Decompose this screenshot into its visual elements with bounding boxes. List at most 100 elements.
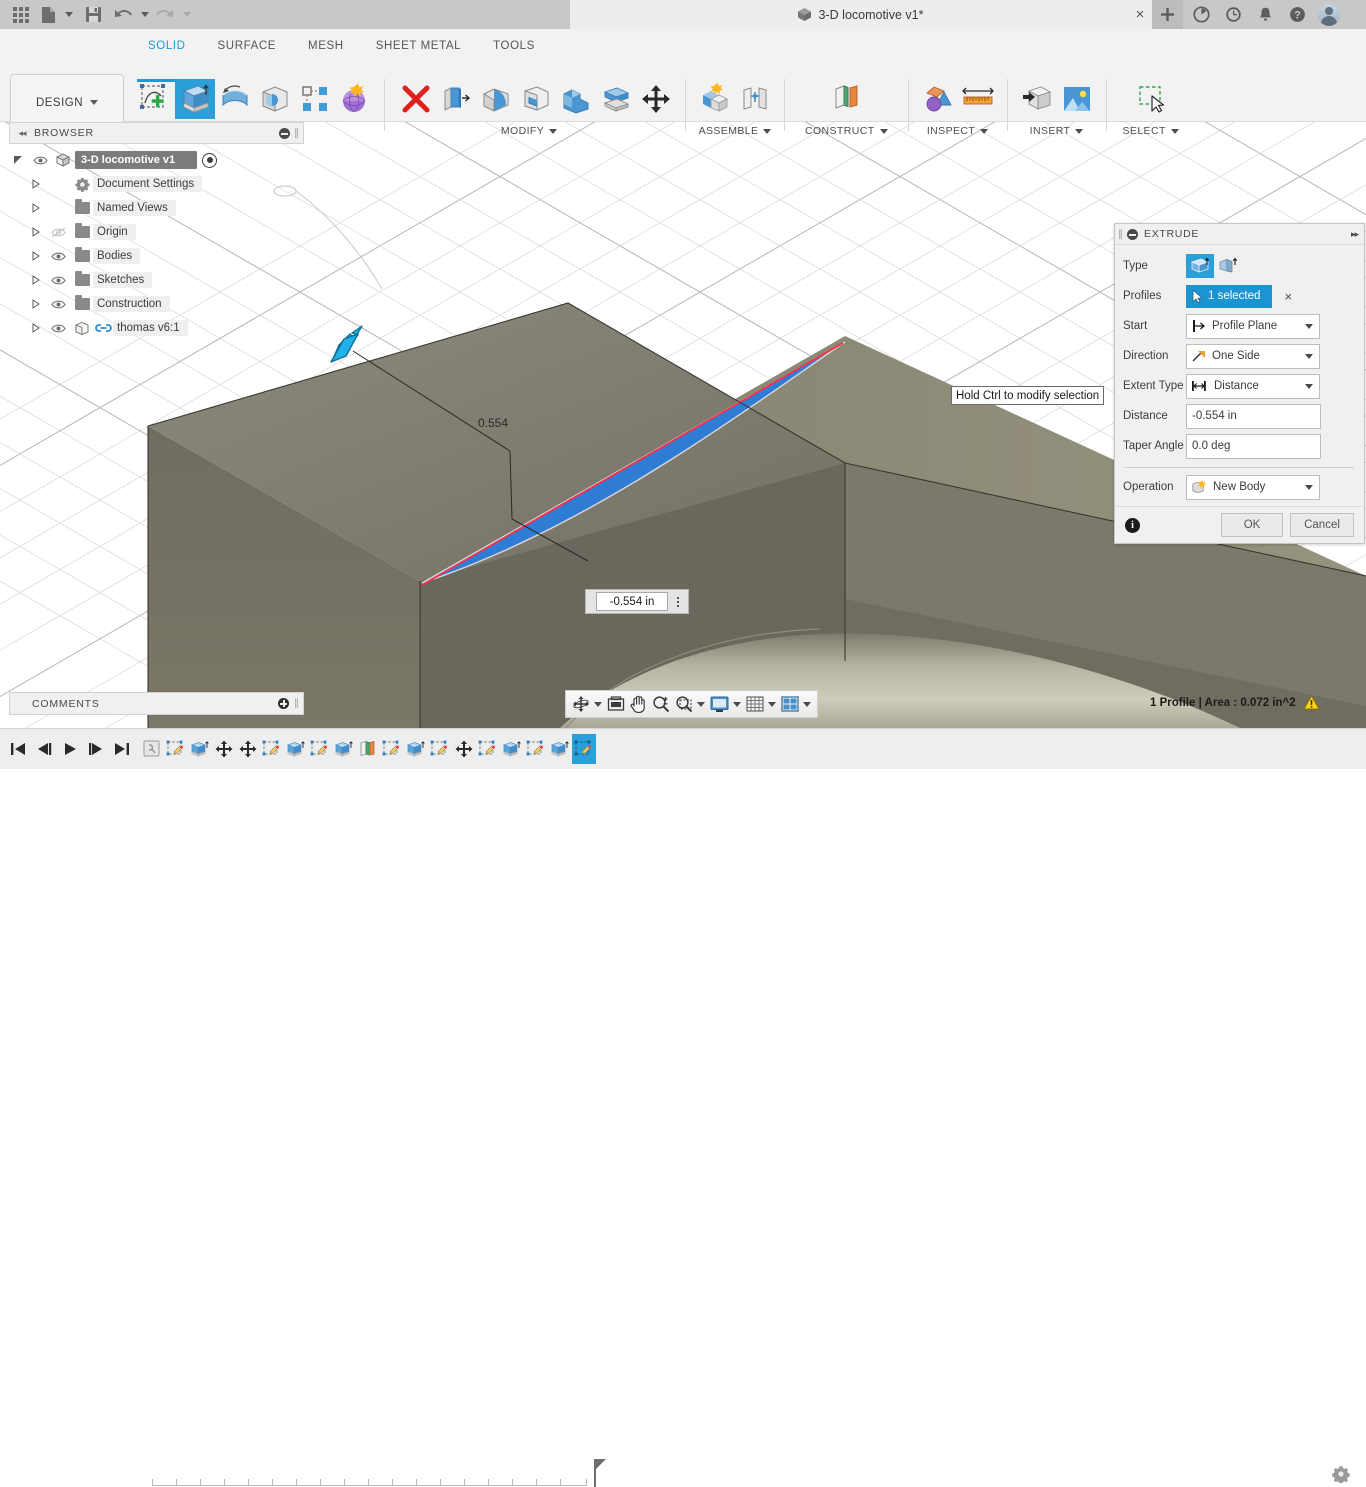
step-forward-icon[interactable] — [84, 734, 108, 764]
go-to-start-icon[interactable] — [6, 734, 30, 764]
distance-input-menu-icon[interactable] — [668, 596, 688, 607]
cancel-button[interactable]: Cancel — [1290, 513, 1354, 537]
timeline-move-icon[interactable] — [236, 734, 260, 764]
redo-arrow-icon[interactable] — [152, 0, 178, 29]
go-to-end-icon[interactable] — [110, 734, 134, 764]
account-avatar[interactable] — [1313, 0, 1345, 29]
timeline-sketch-icon[interactable] — [476, 734, 500, 764]
panel-grip[interactable]: ∥ — [294, 698, 299, 709]
distance-input[interactable]: -0.554 in — [1186, 403, 1321, 429]
grid-snaps-icon[interactable] — [744, 692, 778, 716]
expand-triangle-icon[interactable] — [27, 251, 45, 261]
tab-surface[interactable]: SURFACE — [202, 36, 293, 56]
insert-image-icon[interactable] — [1057, 79, 1097, 119]
visibility-eye-off-icon[interactable] — [45, 227, 71, 238]
dialog-minimize-icon[interactable] — [1127, 228, 1138, 240]
expand-triangle-icon[interactable] — [9, 155, 27, 165]
pattern-icon[interactable] — [295, 79, 335, 119]
expand-triangle-icon[interactable] — [27, 203, 45, 213]
redo-dropdown-icon[interactable] — [178, 0, 194, 29]
timeline-settings-gear-icon[interactable] — [1332, 1465, 1350, 1486]
timeline-document-icon[interactable] — [140, 734, 164, 764]
visibility-eye-icon[interactable] — [27, 155, 53, 166]
start-dropdown[interactable]: Profile Plane — [1186, 313, 1320, 339]
tab-sheet-metal[interactable]: SHEET METAL — [360, 36, 477, 56]
browser-item-sketches[interactable]: Sketches — [9, 268, 302, 292]
step-back-icon[interactable] — [32, 734, 56, 764]
display-settings-icon[interactable] — [708, 692, 743, 716]
browser-item-construction[interactable]: Construction — [9, 292, 302, 316]
offset-plane-icon[interactable] — [826, 79, 866, 119]
warning-triangle-icon[interactable] — [1302, 695, 1320, 710]
timeline-extrude-icon[interactable] — [188, 734, 212, 764]
job-status-icon[interactable] — [1185, 0, 1217, 29]
timeline-sketch-icon[interactable] — [524, 734, 548, 764]
browser-item-origin[interactable]: Origin — [9, 220, 302, 244]
expand-triangle-icon[interactable] — [27, 323, 45, 333]
app-grid-icon[interactable] — [6, 0, 36, 29]
document-tab[interactable]: 3-D locomotive v1* — [570, 0, 1150, 29]
measure-icon[interactable] — [958, 79, 998, 119]
joint-icon[interactable] — [735, 79, 775, 119]
press-pull-delete-icon[interactable] — [396, 79, 436, 119]
play-icon[interactable] — [58, 734, 82, 764]
visibility-eye-icon[interactable] — [45, 323, 71, 334]
timeline-sketch-icon-selected[interactable] — [572, 734, 596, 764]
canvas-distance-input-group[interactable]: -0.554 in — [585, 589, 689, 614]
help-question-icon[interactable]: ? — [1281, 0, 1313, 29]
expand-triangle-icon[interactable] — [27, 227, 45, 237]
profiles-select-button[interactable]: 1 selected — [1186, 284, 1273, 308]
timeline-extrude-icon[interactable] — [284, 734, 308, 764]
offset-face-icon[interactable] — [596, 79, 636, 119]
undo-arrow-icon[interactable] — [110, 0, 136, 29]
panel-grip[interactable]: ∥ — [294, 128, 299, 139]
direction-dropdown[interactable]: One Side — [1186, 343, 1320, 369]
zoom-window-icon[interactable] — [673, 692, 707, 716]
tab-mesh[interactable]: MESH — [292, 36, 360, 56]
browser-item-document-settings[interactable]: Document Settings — [9, 172, 302, 196]
insert-derive-icon[interactable] — [1017, 79, 1057, 119]
zoom-icon[interactable] — [650, 692, 672, 716]
activate-component-radio[interactable] — [202, 152, 218, 168]
select-window-icon[interactable] — [1131, 79, 1171, 119]
visibility-eye-icon[interactable] — [45, 299, 71, 310]
press-pull-icon[interactable] — [436, 79, 476, 119]
plus-circle-icon[interactable] — [278, 698, 289, 709]
tab-tools[interactable]: TOOLS — [477, 36, 551, 56]
timeline-sketch-icon[interactable] — [164, 734, 188, 764]
form-icon[interactable] — [335, 79, 375, 119]
sweep-icon[interactable] — [255, 79, 295, 119]
new-file-dropdown-icon[interactable] — [60, 0, 76, 29]
canvas-distance-input[interactable]: -0.554 in — [596, 592, 668, 611]
visibility-eye-icon[interactable] — [45, 251, 71, 262]
thin-extrude-icon[interactable] — [1214, 254, 1242, 278]
comments-panel[interactable]: COMMENTS ∥ — [9, 692, 304, 715]
timeline-sketch-icon[interactable] — [308, 734, 332, 764]
close-document-icon[interactable]: × — [1128, 0, 1152, 29]
recent-clock-icon[interactable] — [1217, 0, 1249, 29]
undo-dropdown-icon[interactable] — [136, 0, 152, 29]
timeline-sketch-icon[interactable] — [380, 734, 404, 764]
expand-triangle-icon[interactable] — [27, 179, 45, 189]
expand-triangle-icon[interactable] — [27, 299, 45, 309]
dialog-grip[interactable]: ∥ — [1118, 229, 1127, 240]
move-copy-icon[interactable] — [636, 79, 676, 119]
orbit-icon[interactable] — [570, 692, 604, 716]
expand-arrows-icon[interactable]: ▸▸ — [1351, 229, 1364, 240]
create-sketch-icon[interactable] — [135, 79, 175, 119]
notifications-bell-icon[interactable] — [1249, 0, 1281, 29]
look-at-icon[interactable] — [605, 692, 627, 716]
expand-triangle-icon[interactable] — [27, 275, 45, 285]
new-component-icon[interactable] — [695, 79, 735, 119]
shell-icon[interactable] — [516, 79, 556, 119]
timeline-extrude-icon[interactable] — [548, 734, 572, 764]
tab-solid[interactable]: SOLID — [132, 36, 202, 56]
browser-item-named-views[interactable]: Named Views — [9, 196, 302, 220]
pan-hand-icon[interactable] — [628, 692, 649, 716]
visibility-eye-icon[interactable] — [45, 275, 71, 286]
extrude-icon[interactable] — [175, 79, 215, 119]
distance-input-grip[interactable] — [586, 591, 596, 612]
browser-root-node[interactable]: 3-D locomotive v1 — [9, 148, 302, 172]
ok-button[interactable]: OK — [1221, 513, 1283, 537]
viewports-icon[interactable] — [779, 692, 813, 716]
